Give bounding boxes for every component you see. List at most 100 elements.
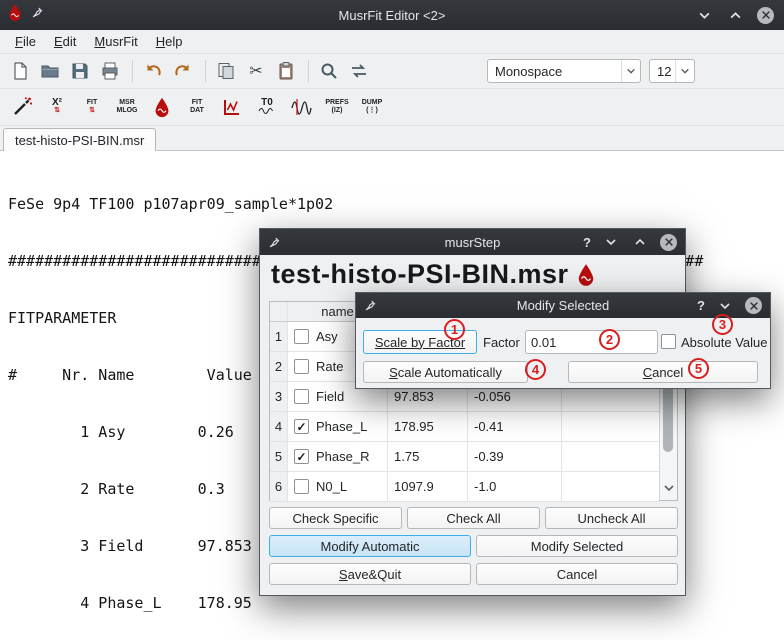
fit-icon: FIT [87, 99, 98, 107]
row-number: 4 [270, 412, 288, 441]
wave-icon [258, 107, 276, 115]
scale-automatically-button[interactable]: Scale Automatically [363, 361, 528, 383]
undo-button[interactable] [139, 57, 167, 85]
minimize-button[interactable] [716, 297, 734, 315]
musr-prefs-button[interactable]: PREFS(IZ) [321, 92, 353, 122]
musr-chisq-button[interactable]: X²⇅ [41, 92, 73, 122]
maximize-button[interactable] [631, 233, 649, 251]
t0-button[interactable]: T0 [251, 92, 283, 122]
menu-help[interactable]: Help [147, 32, 192, 51]
copy-button[interactable] [212, 57, 240, 85]
wand-icon [11, 96, 33, 118]
param-name: Field [316, 389, 344, 404]
musrstep-titlebar: musrStep ? [260, 229, 685, 255]
pin-icon[interactable] [356, 299, 377, 312]
table-row[interactable]: 5 Phase_R 1.75 -0.39 [270, 442, 659, 472]
new-file-button[interactable] [6, 57, 34, 85]
find-button[interactable] [315, 57, 343, 85]
factor-label: Factor [483, 335, 520, 350]
check-specific-button[interactable]: Check Specific [269, 507, 402, 529]
musr-fit-button[interactable]: FIT⇅ [76, 92, 108, 122]
copy-icon [216, 61, 236, 81]
row-checkbox[interactable] [294, 449, 309, 464]
pin-icon[interactable] [260, 236, 281, 249]
paste-icon [276, 61, 296, 81]
font-size-spinner[interactable]: 12 [649, 59, 695, 83]
cut-button[interactable]: ✂ [242, 57, 270, 85]
row-checkbox[interactable] [294, 329, 309, 344]
close-button[interactable] [757, 7, 774, 24]
row-checkbox[interactable] [294, 389, 309, 404]
print-button[interactable] [96, 57, 124, 85]
modify-automatic-button[interactable]: Modify Automatic [269, 535, 471, 557]
musr-wiz-button[interactable] [6, 92, 38, 122]
main-toolbar: ✂ Monospace 12 [0, 54, 784, 89]
dat-label: DAT [190, 107, 204, 115]
close-button[interactable] [745, 297, 762, 314]
uncheck-all-button[interactable]: Uncheck All [545, 507, 678, 529]
cancel-button[interactable]: Cancel [476, 563, 678, 585]
row-checkbox[interactable] [294, 359, 309, 374]
factor-input[interactable] [525, 330, 658, 354]
param-name: N0_L [316, 479, 347, 494]
close-button[interactable] [660, 234, 677, 251]
waveform-icon [291, 98, 313, 116]
font-family-combobox[interactable]: Monospace [487, 59, 641, 83]
redo-icon [173, 61, 193, 81]
musr-view-button[interactable] [146, 92, 178, 122]
app-icon [8, 3, 22, 27]
row-number: 1 [270, 322, 288, 351]
help-button[interactable]: ? [697, 298, 705, 313]
t0-icon: T0 [261, 99, 273, 107]
row-checkbox[interactable] [294, 479, 309, 494]
redo-button[interactable] [169, 57, 197, 85]
open-file-button[interactable] [36, 57, 64, 85]
menu-musrfit[interactable]: MusrFit [85, 32, 146, 51]
table-row[interactable]: 4 Phase_L 178.95 -0.41 [270, 412, 659, 442]
toolbar-separator [308, 60, 309, 82]
titlebar: MusrFit Editor <2> [0, 0, 784, 30]
paste-button[interactable] [272, 57, 300, 85]
editor-line: 4 Phase_L 178.95 [8, 594, 784, 613]
musrfit-toolbar: X²⇅ FIT⇅ MSRMLOG FITDAT T0 PREFS(IZ) DUM… [0, 89, 784, 126]
musrstep-dialog: musrStep ? test-histo-PSI-BIN.msr name 1 [259, 228, 686, 596]
pin-icon[interactable] [31, 6, 44, 24]
row-checkbox[interactable] [294, 419, 309, 434]
minimize-button[interactable] [695, 6, 713, 24]
musr-swap-msr-mlog-button[interactable]: MSRMLOG [111, 92, 143, 122]
musr-t0-button[interactable] [216, 92, 248, 122]
row-number: 6 [270, 472, 288, 501]
modify-titlebar: Modify Selected ? [356, 293, 770, 318]
mlog-label: MLOG [117, 107, 138, 115]
save-icon [70, 61, 90, 81]
check-all-button[interactable]: Check All [407, 507, 540, 529]
minimize-button[interactable] [602, 233, 620, 251]
replace-button[interactable] [345, 57, 373, 85]
musr-dump-button[interactable]: DUMP(⋮) [356, 92, 388, 122]
absolute-value-checkbox[interactable] [661, 334, 676, 349]
musr-ft-button[interactable] [286, 92, 318, 122]
dump-sub-label: (⋮) [366, 107, 378, 115]
save-button[interactable] [66, 57, 94, 85]
font-family-value: Monospace [495, 64, 562, 79]
menubar: File Edit MusrFit Help [0, 30, 784, 54]
menu-edit[interactable]: Edit [45, 32, 85, 51]
prefs-label: PREFS [325, 99, 348, 107]
help-button[interactable]: ? [583, 235, 591, 250]
maximize-button[interactable] [726, 6, 744, 24]
chevron-down-icon [675, 60, 694, 82]
tab-msr-file[interactable]: test-histo-PSI-BIN.msr [3, 128, 156, 151]
menu-file[interactable]: File [6, 32, 45, 51]
scroll-down-arrow-icon[interactable] [663, 482, 675, 497]
musr-fit-dat-button[interactable]: FITDAT [181, 92, 213, 122]
row-number: 3 [270, 382, 288, 411]
undo-icon [143, 61, 163, 81]
print-icon [100, 61, 120, 81]
save-quit-button[interactable]: Save&Quit [269, 563, 471, 585]
red-arrows-icon: ⇅ [54, 107, 60, 115]
table-row[interactable]: 6 N0_L 1097.9 -1.0 [270, 472, 659, 502]
modify-selected-button[interactable]: Modify Selected [476, 535, 678, 557]
toolbar-separator [205, 60, 206, 82]
annotation-circle-3: 3 [712, 314, 733, 335]
cancel-button[interactable]: Cancel [568, 361, 758, 383]
